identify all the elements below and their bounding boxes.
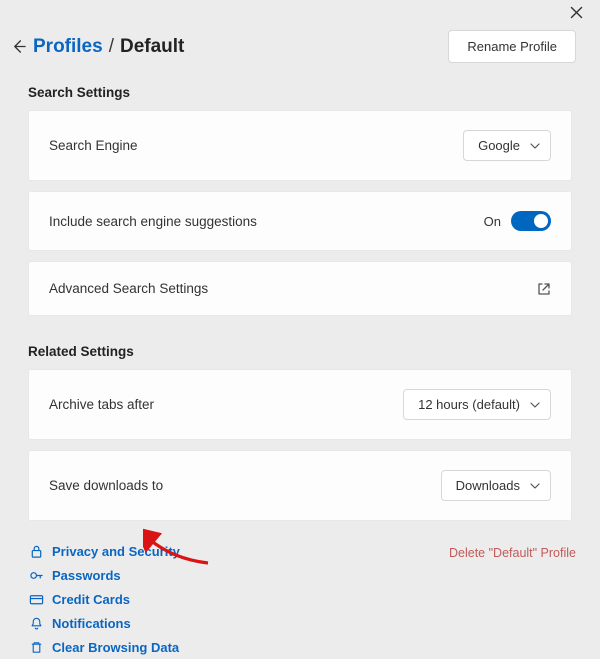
save-downloads-label: Save downloads to (49, 478, 441, 493)
search-engine-select[interactable]: Google (463, 130, 551, 161)
advanced-search-label: Advanced Search Settings (49, 281, 537, 296)
link-clear-browsing-data[interactable]: Clear Browsing Data (28, 635, 572, 659)
link-passwords[interactable]: Passwords (28, 563, 572, 587)
search-engine-row: Search Engine Google (28, 110, 572, 181)
archive-tabs-row: Archive tabs after 12 hours (default) (28, 369, 572, 440)
breadcrumb-separator: / (109, 36, 114, 58)
header: Profiles / Default Rename Profile (0, 20, 600, 73)
archive-tabs-value: 12 hours (default) (418, 397, 520, 412)
toggle-state-label: On (484, 214, 501, 229)
search-suggestions-toggle[interactable] (511, 211, 551, 231)
save-downloads-row: Save downloads to Downloads (28, 450, 572, 521)
lock-icon (28, 543, 44, 559)
link-label: Passwords (52, 568, 121, 583)
section-title-related: Related Settings (0, 326, 600, 369)
section-title-search: Search Settings (0, 73, 600, 110)
search-suggestions-label: Include search engine suggestions (49, 214, 484, 229)
back-arrow-icon[interactable] (8, 37, 28, 57)
link-label: Clear Browsing Data (52, 640, 179, 655)
search-engine-value: Google (478, 138, 520, 153)
link-label: Privacy and Security (52, 544, 180, 559)
breadcrumb-profiles-link[interactable]: Profiles (33, 36, 103, 58)
rename-profile-button[interactable]: Rename Profile (448, 30, 576, 63)
search-engine-label: Search Engine (49, 138, 463, 153)
search-suggestions-row: Include search engine suggestions On (28, 191, 572, 251)
link-notifications[interactable]: Notifications (28, 611, 572, 635)
card-icon (28, 591, 44, 607)
advanced-search-row[interactable]: Advanced Search Settings (28, 261, 572, 316)
bell-icon (28, 615, 44, 631)
delete-profile-link[interactable]: Delete "Default" Profile (449, 546, 576, 560)
chevron-down-icon (530, 481, 540, 491)
link-label: Credit Cards (52, 592, 130, 607)
link-credit-cards[interactable]: Credit Cards (28, 587, 572, 611)
close-icon[interactable] (570, 6, 586, 22)
breadcrumb: Profiles / Default (33, 36, 448, 58)
save-downloads-value: Downloads (456, 478, 520, 493)
link-label: Notifications (52, 616, 131, 631)
chevron-down-icon (530, 400, 540, 410)
chevron-down-icon (530, 141, 540, 151)
external-link-icon (537, 282, 551, 296)
save-downloads-select[interactable]: Downloads (441, 470, 551, 501)
trash-icon (28, 639, 44, 655)
archive-tabs-label: Archive tabs after (49, 397, 403, 412)
breadcrumb-current: Default (120, 36, 184, 58)
archive-tabs-select[interactable]: 12 hours (default) (403, 389, 551, 420)
key-icon (28, 567, 44, 583)
